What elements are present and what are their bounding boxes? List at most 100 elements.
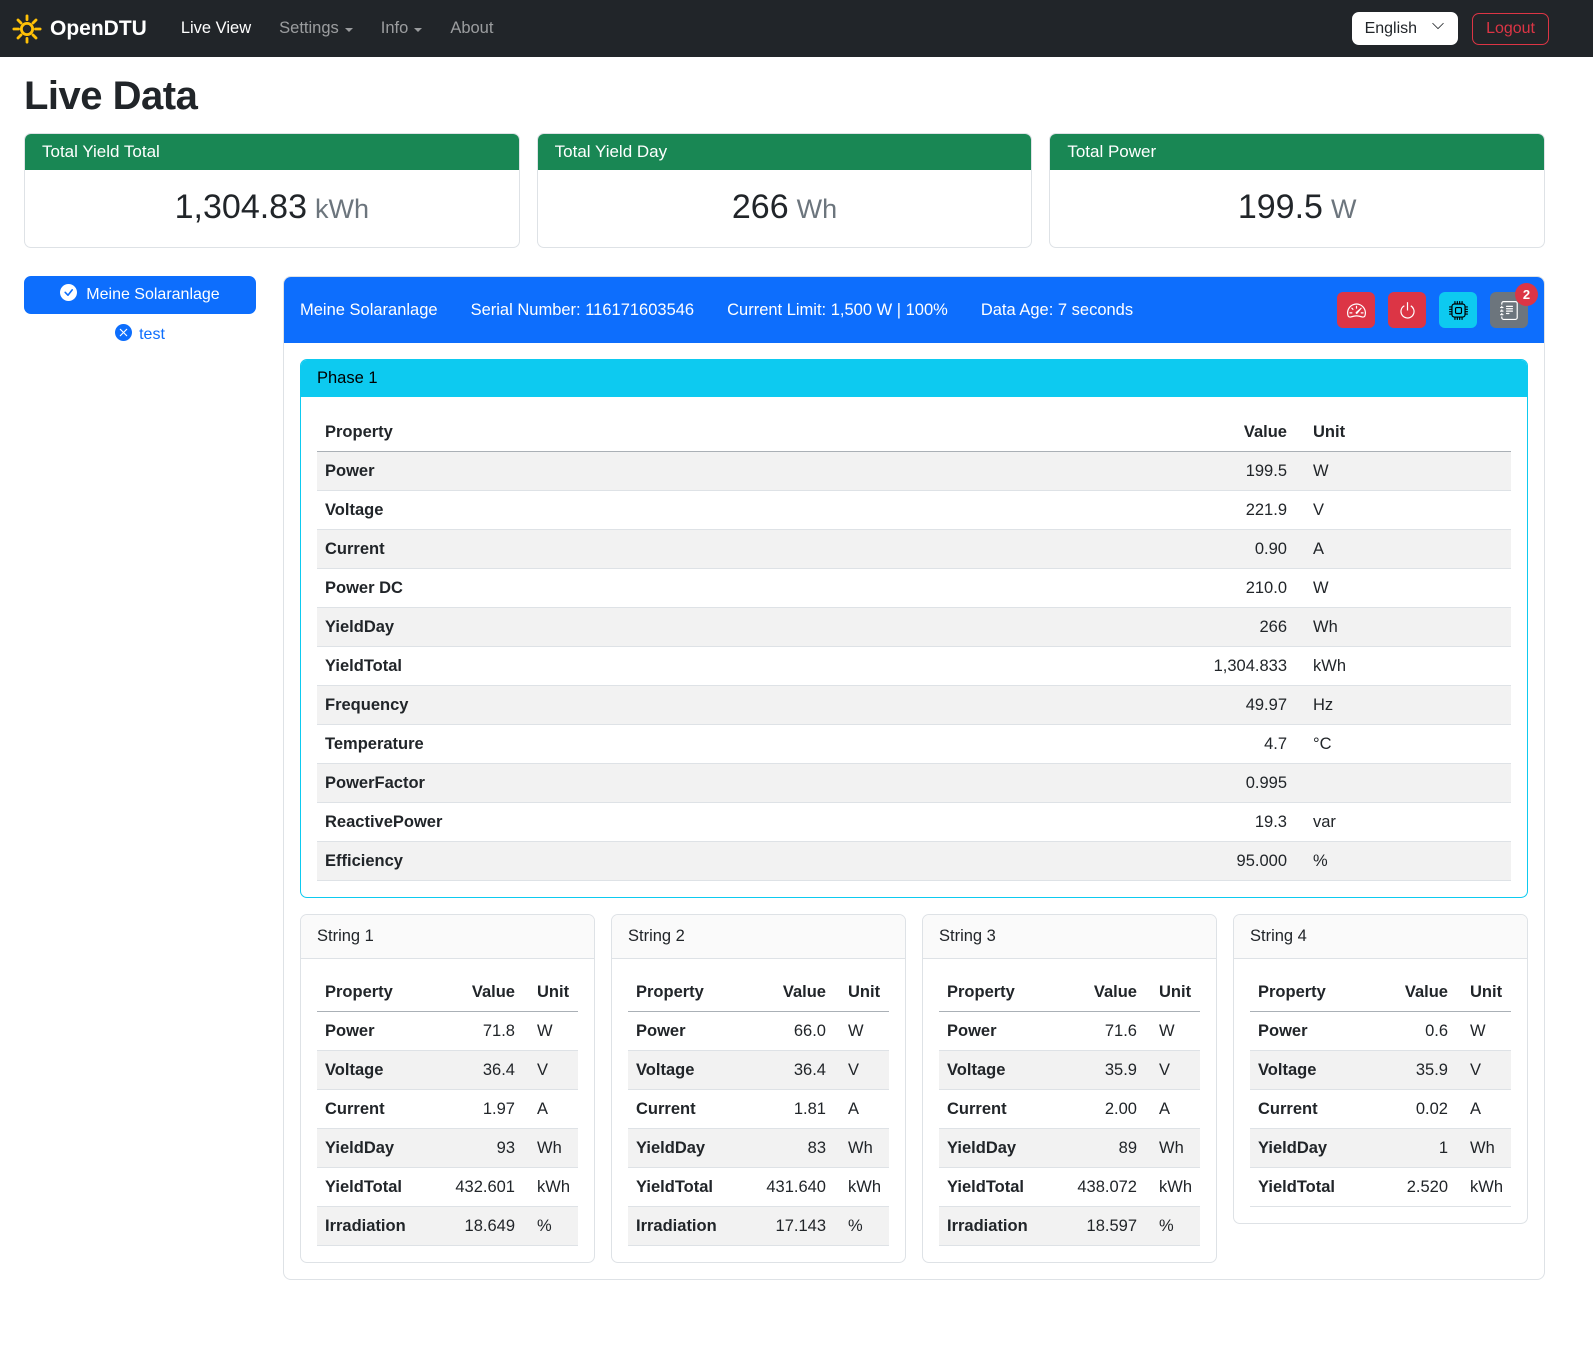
summary-card-title: Total Power <box>1050 134 1544 170</box>
inverter-header: Meine Solaranlage Serial Number: 1161716… <box>284 277 1544 343</box>
unit-cell: A <box>1145 1090 1200 1129</box>
nav-item-live-view[interactable]: Live View <box>169 11 263 46</box>
value-cell: 438.072 <box>1059 1168 1145 1207</box>
table-row: PowerFactor0.995 <box>317 764 1511 803</box>
property-cell: Power <box>317 1012 437 1051</box>
value-cell: 0.995 <box>903 764 1295 803</box>
property-cell: Irradiation <box>939 1207 1059 1246</box>
unit-cell: W <box>1145 1012 1200 1051</box>
nav-item-settings[interactable]: Settings <box>267 11 365 46</box>
table-row: Voltage221.9V <box>317 491 1511 530</box>
power-toggle-button[interactable] <box>1388 292 1426 328</box>
string-card-title: String 4 <box>1234 915 1527 959</box>
summary-card-body: 1,304.83kWh <box>25 170 519 247</box>
table-row: YieldDay83Wh <box>628 1129 889 1168</box>
summary-cards-row: Total Yield Total 1,304.83kWh Total Yiel… <box>24 133 1545 248</box>
table-row: ReactivePower19.3var <box>317 803 1511 842</box>
property-cell: Efficiency <box>317 842 903 881</box>
unit-cell: Wh <box>1145 1129 1200 1168</box>
value-cell: 0.02 <box>1370 1090 1456 1129</box>
unit-cell: % <box>1145 1207 1200 1246</box>
inverter-serial: Serial Number: 116171603546 <box>471 301 695 320</box>
value-cell: 210.0 <box>903 569 1295 608</box>
nav-item-about[interactable]: About <box>438 11 505 46</box>
string-card-3: String 3 Property Value Unit <box>922 914 1217 1263</box>
table-row: YieldTotal2.520kWh <box>1250 1168 1511 1207</box>
inverter-item-test[interactable]: test <box>24 324 256 346</box>
nav-links: Live View Settings Info About <box>169 11 506 46</box>
unit-cell: V <box>1295 491 1511 530</box>
limit-settings-button[interactable] <box>1337 292 1375 328</box>
unit-cell: V <box>523 1051 578 1090</box>
string-card-title: String 1 <box>301 915 594 959</box>
table-row: Efficiency95.000% <box>317 842 1511 881</box>
property-cell: Temperature <box>317 725 903 764</box>
table-row: Power71.6W <box>939 1012 1200 1051</box>
power-icon <box>1398 301 1417 320</box>
value-cell: 95.000 <box>903 842 1295 881</box>
unit-cell: kWh <box>523 1168 578 1207</box>
property-cell: Current <box>628 1090 748 1129</box>
property-cell: Power <box>317 452 903 491</box>
inverter-actions: 2 <box>1337 292 1528 328</box>
value-cell: 18.649 <box>437 1207 523 1246</box>
value-cell: 1.97 <box>437 1090 523 1129</box>
string-table: Property Value Unit Power71.8WVoltage36.… <box>317 973 578 1246</box>
inverter-select-button[interactable]: Meine Solaranlage <box>24 276 256 314</box>
restart-device-button[interactable] <box>1439 292 1477 328</box>
brand-link[interactable]: OpenDTU <box>12 14 147 44</box>
event-count-badge: 2 <box>1515 283 1538 306</box>
table-row: YieldTotal438.072kWh <box>939 1168 1200 1207</box>
logout-button[interactable]: Logout <box>1472 13 1549 45</box>
value-cell: 35.9 <box>1059 1051 1145 1090</box>
string-table: Property Value Unit Power71.6WVoltage35.… <box>939 973 1200 1246</box>
value-cell: 89 <box>1059 1129 1145 1168</box>
inverter-sidebar: Meine Solaranlage test <box>24 276 256 1280</box>
table-row: Power199.5W <box>317 452 1511 491</box>
language-select[interactable]: English <box>1352 12 1458 45</box>
value-cell: 0.90 <box>903 530 1295 569</box>
table-row: YieldDay266Wh <box>317 608 1511 647</box>
page-title: Live Data <box>24 74 1545 119</box>
table-row: YieldDay89Wh <box>939 1129 1200 1168</box>
value-cell: 266 <box>903 608 1295 647</box>
unit-cell: A <box>1295 530 1511 569</box>
summary-value: 199.5 <box>1238 188 1323 226</box>
summary-card-body: 266Wh <box>538 170 1032 247</box>
string-card-title: String 2 <box>612 915 905 959</box>
unit-cell: kWh <box>1456 1168 1511 1207</box>
value-cell: 199.5 <box>903 452 1295 491</box>
value-cell: 19.3 <box>903 803 1295 842</box>
event-log-button[interactable]: 2 <box>1490 292 1528 328</box>
table-row: YieldDay1Wh <box>1250 1129 1511 1168</box>
property-cell: YieldDay <box>628 1129 748 1168</box>
column-header-property: Property <box>939 973 1059 1012</box>
value-cell: 2.520 <box>1370 1168 1456 1207</box>
value-cell: 66.0 <box>748 1012 834 1051</box>
table-row: Current0.02A <box>1250 1090 1511 1129</box>
summary-card-yield-total: Total Yield Total 1,304.83kWh <box>24 133 520 248</box>
property-cell: YieldTotal <box>628 1168 748 1207</box>
table-row: Current1.97A <box>317 1090 578 1129</box>
value-cell: 93 <box>437 1129 523 1168</box>
table-row: Power71.8W <box>317 1012 578 1051</box>
column-header-value: Value <box>1059 973 1145 1012</box>
property-cell: Voltage <box>939 1051 1059 1090</box>
table-row: YieldTotal431.640kWh <box>628 1168 889 1207</box>
nav-item-info[interactable]: Info <box>369 11 435 46</box>
property-cell: YieldTotal <box>1250 1168 1370 1207</box>
table-row: Temperature4.7°C <box>317 725 1511 764</box>
property-cell: YieldDay <box>1250 1129 1370 1168</box>
unit-cell <box>1295 764 1511 803</box>
value-cell: 1.81 <box>748 1090 834 1129</box>
unit-cell: % <box>523 1207 578 1246</box>
unit-cell: A <box>1456 1090 1511 1129</box>
value-cell: 221.9 <box>903 491 1295 530</box>
property-cell: ReactivePower <box>317 803 903 842</box>
column-header-value: Value <box>903 413 1295 452</box>
inverter-limit: Current Limit: 1,500 W | 100% <box>727 301 948 320</box>
column-header-unit: Unit <box>523 973 578 1012</box>
nav-item-label: About <box>450 19 493 38</box>
brand-label: OpenDTU <box>50 17 147 41</box>
column-header-property: Property <box>1250 973 1370 1012</box>
